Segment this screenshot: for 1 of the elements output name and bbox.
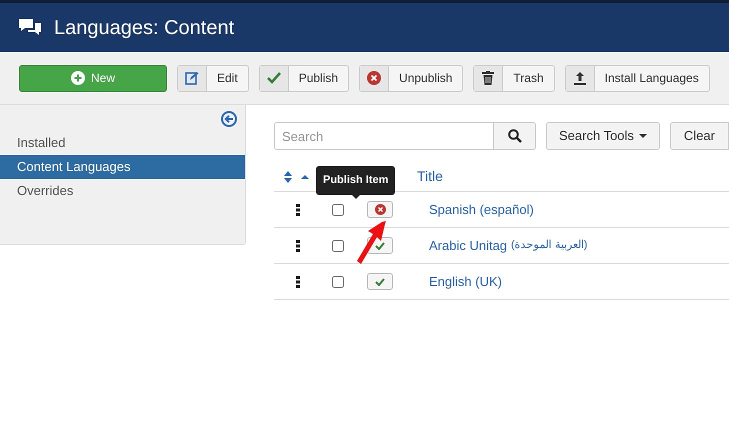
page-title: Languages: Content (54, 16, 234, 40)
